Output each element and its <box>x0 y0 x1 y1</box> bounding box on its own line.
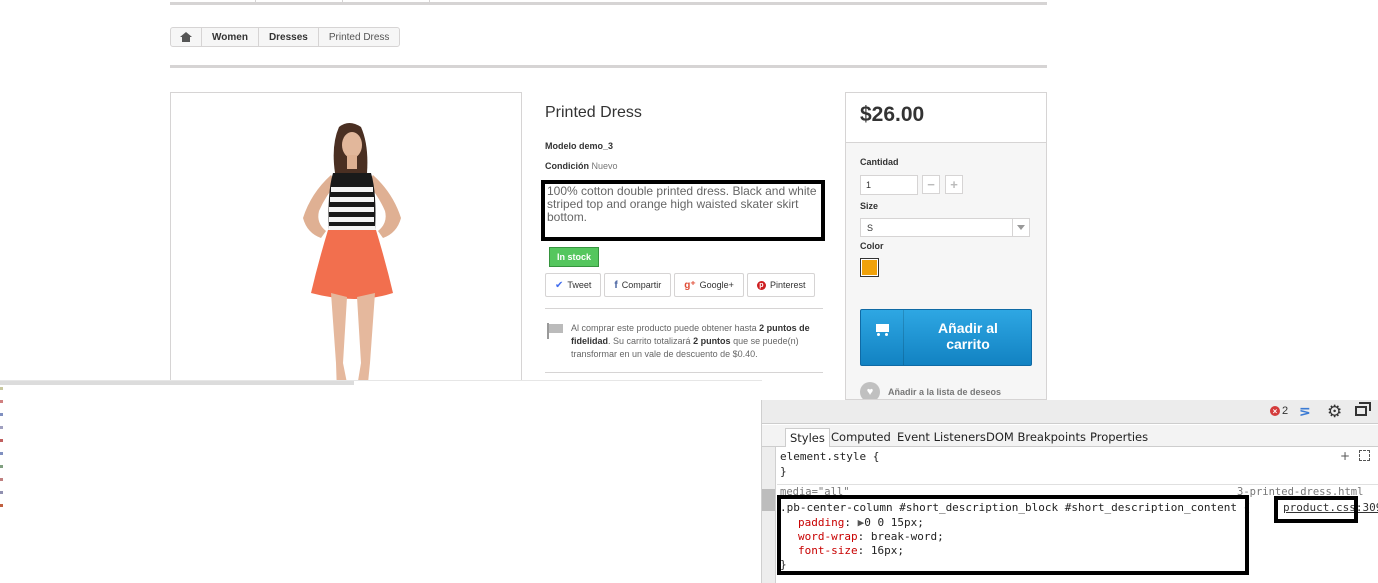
tab-computed[interactable]: Computed <box>827 428 895 447</box>
element-style-selector[interactable]: element.style { <box>780 450 879 463</box>
gear-icon[interactable]: ⚙ <box>1327 402 1342 422</box>
breadcrumb-home[interactable] <box>171 28 201 46</box>
tab-event-listeners[interactable]: Event Listeners <box>893 428 990 447</box>
flag-icon <box>547 323 563 339</box>
product-title: Printed Dress <box>545 104 642 121</box>
devtools-toolbar: × 2 ⋝ ⚙ <box>762 400 1378 424</box>
add-to-cart-button[interactable]: Añadir al carrito <box>860 309 1032 366</box>
quantity-increase-button[interactable]: + <box>945 175 963 194</box>
color-swatch[interactable] <box>860 258 879 277</box>
add-to-cart-label: Añadir al carrito <box>938 320 998 352</box>
devtools-scrollbar[interactable] <box>762 425 776 583</box>
quantity-input[interactable]: 1 <box>860 175 918 195</box>
wishlist-label: Añadir a la lista de deseos <box>888 387 1002 397</box>
breadcrumb-item[interactable]: Dresses <box>257 28 318 46</box>
highlight-box <box>1274 496 1358 523</box>
product-reference: Modelo demo_3 <box>545 141 614 151</box>
condition-value: Nuevo <box>591 161 618 171</box>
add-rule-icon[interactable]: + <box>1340 449 1350 463</box>
product-condition: Condición Nuevo <box>545 161 618 171</box>
social-share-buttons: ✔ Tweet f Compartir g⁺ Google+ p Pinterest <box>545 273 816 297</box>
breadcrumb: Women Dresses Printed Dress <box>170 27 401 47</box>
quantity-label: Cantidad <box>860 157 899 167</box>
blank-overlay-panel <box>0 380 762 583</box>
size-label: Size <box>860 201 879 211</box>
size-select-value: S <box>867 223 874 233</box>
tab-dom-breakpoints[interactable]: DOM Breakpoints <box>982 428 1090 447</box>
facebook-share-button[interactable]: f Compartir <box>604 273 672 297</box>
loyalty-text: Al comprar este producto puede obtener h… <box>571 323 810 359</box>
quantity-decrease-button[interactable]: − <box>922 175 940 194</box>
dock-icon[interactable] <box>1355 402 1371 416</box>
google-plus-icon: g⁺ <box>684 279 696 291</box>
facebook-icon: f <box>614 279 618 291</box>
devtools-panel: × 2 ⋝ ⚙ Styles Computed Event Listeners D… <box>761 400 1378 583</box>
error-icon: × <box>1270 406 1280 416</box>
devtools-tabs: Styles Computed Event Listeners DOM Brea… <box>762 425 1378 447</box>
element-state-icon[interactable] <box>1359 450 1370 461</box>
loyalty-block: Al comprar este producto puede obtener h… <box>545 308 823 373</box>
stock-badge: In stock <box>549 247 600 267</box>
tweet-button[interactable]: ✔ Tweet <box>545 273 602 297</box>
product-price: $26.00 <box>860 103 925 126</box>
top-menu-bar <box>170 0 1047 5</box>
tab-styles[interactable]: Styles <box>785 428 830 447</box>
breadcrumb-current: Printed Dress <box>317 28 400 46</box>
short-description: 100% cotton double printed dress. Black … <box>541 180 825 241</box>
divider <box>170 65 1047 68</box>
pinterest-button[interactable]: p Pinterest <box>746 273 816 297</box>
price-area: $26.00 <box>846 93 1046 143</box>
breadcrumb-item[interactable]: Women <box>201 28 258 46</box>
product-photo <box>236 98 461 391</box>
closing-brace: } <box>780 465 787 478</box>
product-info: Printed Dress Modelo demo_3 Condición Nu… <box>541 100 825 384</box>
product-page: Women Dresses Printed Dress Printed Dres… <box>0 0 1378 583</box>
buy-box: $26.00 Cantidad 1 − + Size S Color Añadi… <box>845 92 1047 400</box>
cart-icon <box>873 322 891 336</box>
size-select[interactable]: S <box>860 218 1030 237</box>
tab-properties[interactable]: Properties <box>1086 428 1152 447</box>
console-drawer-icon[interactable]: ⋝ <box>1299 404 1311 420</box>
heart-icon: ♥ <box>860 382 880 399</box>
highlight-box <box>777 495 1249 575</box>
color-label: Color <box>860 241 884 251</box>
google-plus-button[interactable]: g⁺ Google+ <box>674 273 744 297</box>
pinterest-icon: p <box>756 280 766 290</box>
twitter-icon: ✔ <box>555 279 564 291</box>
chevron-down-icon <box>1012 219 1029 236</box>
product-image[interactable] <box>170 92 522 392</box>
condition-label: Condición <box>545 161 589 171</box>
home-icon <box>180 32 192 42</box>
error-counter[interactable]: × 2 <box>1270 405 1288 417</box>
add-to-wishlist-link[interactable]: ♥ Añadir a la lista de deseos <box>860 382 1002 399</box>
styles-pane: element.style { + } media="all" 3-printe… <box>777 448 1378 583</box>
color-swatch-fill <box>862 260 877 275</box>
